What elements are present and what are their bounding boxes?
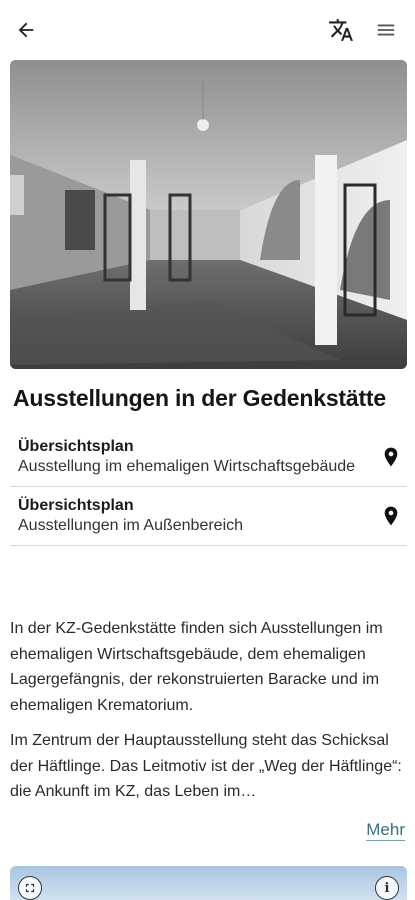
description-paragraph: Im Zentrum der Hauptausstellung steht da… bbox=[10, 732, 402, 800]
hall-photo-illustration bbox=[10, 60, 407, 369]
screen: Ausstellungen in der Gedenkstätte Übersi… bbox=[0, 0, 415, 900]
back-button[interactable] bbox=[10, 14, 42, 46]
plan-item-wirtschaftsgebaeude[interactable]: Übersichtsplan Ausstellung im ehemaligen… bbox=[10, 428, 407, 487]
plan-item-subtitle: Ausstellungen im Außenbereich bbox=[18, 517, 244, 534]
plan-item-aussenbereich[interactable]: Übersichtsplan Ausstellungen im Außenber… bbox=[10, 487, 407, 546]
fullscreen-button[interactable] bbox=[18, 876, 42, 900]
plan-item-title: Übersichtsplan bbox=[18, 497, 134, 514]
exhibition-hall-photo bbox=[10, 60, 407, 369]
info-button[interactable]: i bbox=[375, 876, 399, 900]
map-pin-icon bbox=[384, 447, 398, 467]
translate-button[interactable] bbox=[325, 14, 357, 46]
description: In der KZ-Gedenkstätte finden sich Ausst… bbox=[10, 616, 406, 815]
plan-item-title: Übersichtsplan bbox=[18, 438, 134, 455]
info-icon: i bbox=[384, 880, 390, 896]
menu-button[interactable] bbox=[370, 14, 402, 46]
map-pin-icon bbox=[384, 506, 398, 526]
top-bar bbox=[0, 0, 415, 60]
plan-list: Übersichtsplan Ausstellung im ehemaligen… bbox=[10, 428, 407, 546]
arrow-left-icon bbox=[18, 22, 34, 38]
map-preview[interactable]: i bbox=[10, 866, 407, 900]
more-link[interactable]: Mehr bbox=[366, 820, 405, 841]
plan-item-subtitle: Ausstellung im ehemaligen Wirtschaftsgeb… bbox=[18, 458, 356, 475]
page-title: Ausstellungen in der Gedenkstätte bbox=[13, 385, 386, 411]
hamburger-menu-icon bbox=[377, 24, 395, 36]
translate-icon bbox=[329, 19, 353, 41]
fullscreen-icon bbox=[25, 883, 35, 893]
description-paragraph: In der KZ-Gedenkstätte finden sich Ausst… bbox=[10, 620, 383, 714]
